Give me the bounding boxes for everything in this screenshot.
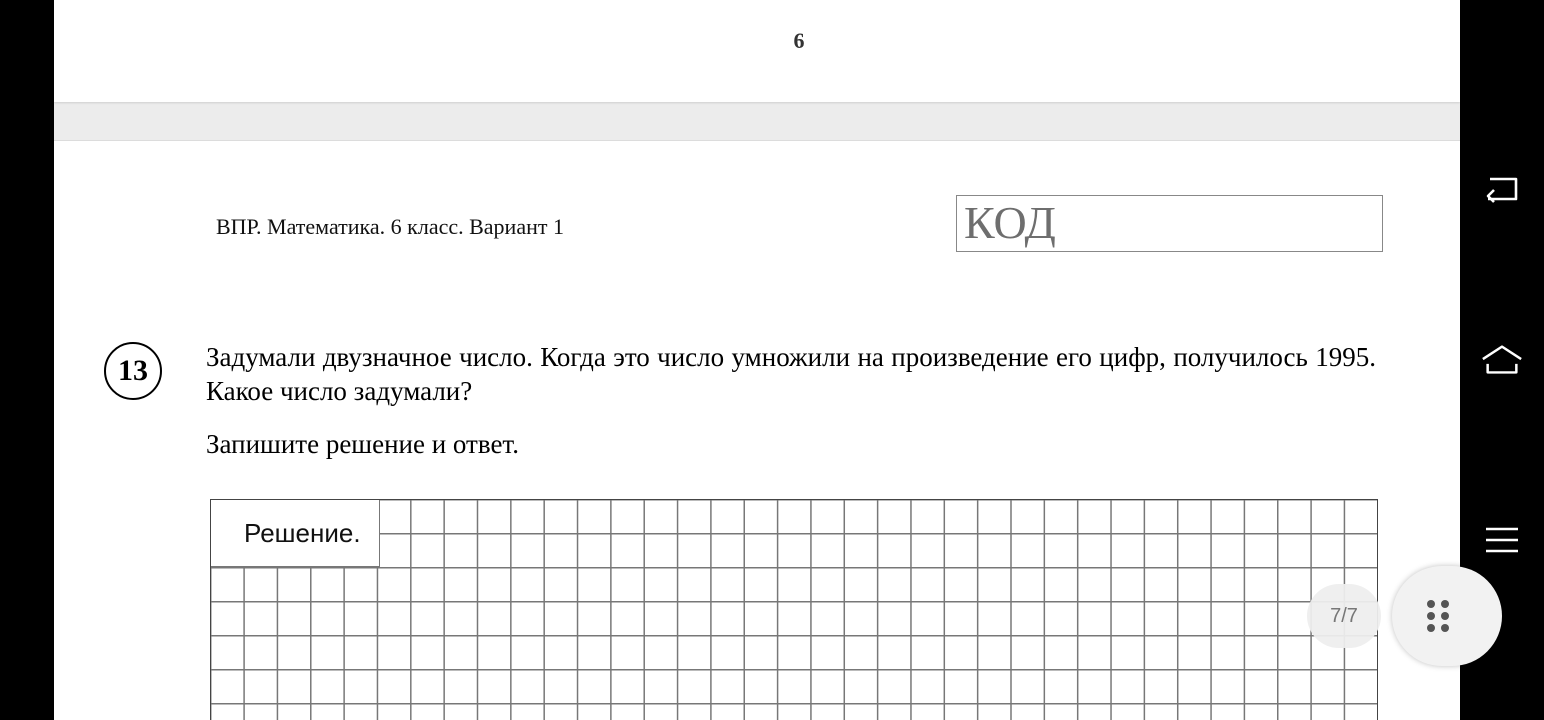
- page-number: 6: [793, 28, 805, 53]
- floating-action-button[interactable]: [1392, 566, 1502, 666]
- solution-label: Решение.: [244, 518, 361, 548]
- home-icon-glyph: [1482, 345, 1522, 374]
- menu-icon[interactable]: [1480, 520, 1524, 560]
- back-icon[interactable]: [1480, 170, 1524, 210]
- grid-dots-icon: [1427, 600, 1449, 632]
- task-text: Задумали двузначное число. Когда это чис…: [206, 342, 1376, 406]
- solution-cell: Решение.: [211, 500, 380, 567]
- current-page: ВПР. Математика. 6 класс. Вариант 1 КОД …: [54, 140, 1460, 720]
- previous-page: 6: [54, 0, 1460, 102]
- task-number: 13: [104, 342, 162, 400]
- document-viewer[interactable]: 6 ВПР. Математика. 6 класс. Вариант 1 КО…: [54, 0, 1460, 720]
- page-indicator: 7/7: [1307, 584, 1381, 648]
- back-icon-glyph: [1486, 177, 1518, 203]
- menu-icon-glyph: [1486, 527, 1518, 553]
- code-label: КОД: [964, 197, 1056, 248]
- answer-grid: Решение.: [210, 499, 1378, 720]
- code-box: КОД: [956, 195, 1383, 252]
- document-header: ВПР. Математика. 6 класс. Вариант 1: [216, 214, 564, 239]
- home-icon[interactable]: [1480, 340, 1524, 380]
- task-instruction: Запишите решение и ответ.: [206, 429, 519, 459]
